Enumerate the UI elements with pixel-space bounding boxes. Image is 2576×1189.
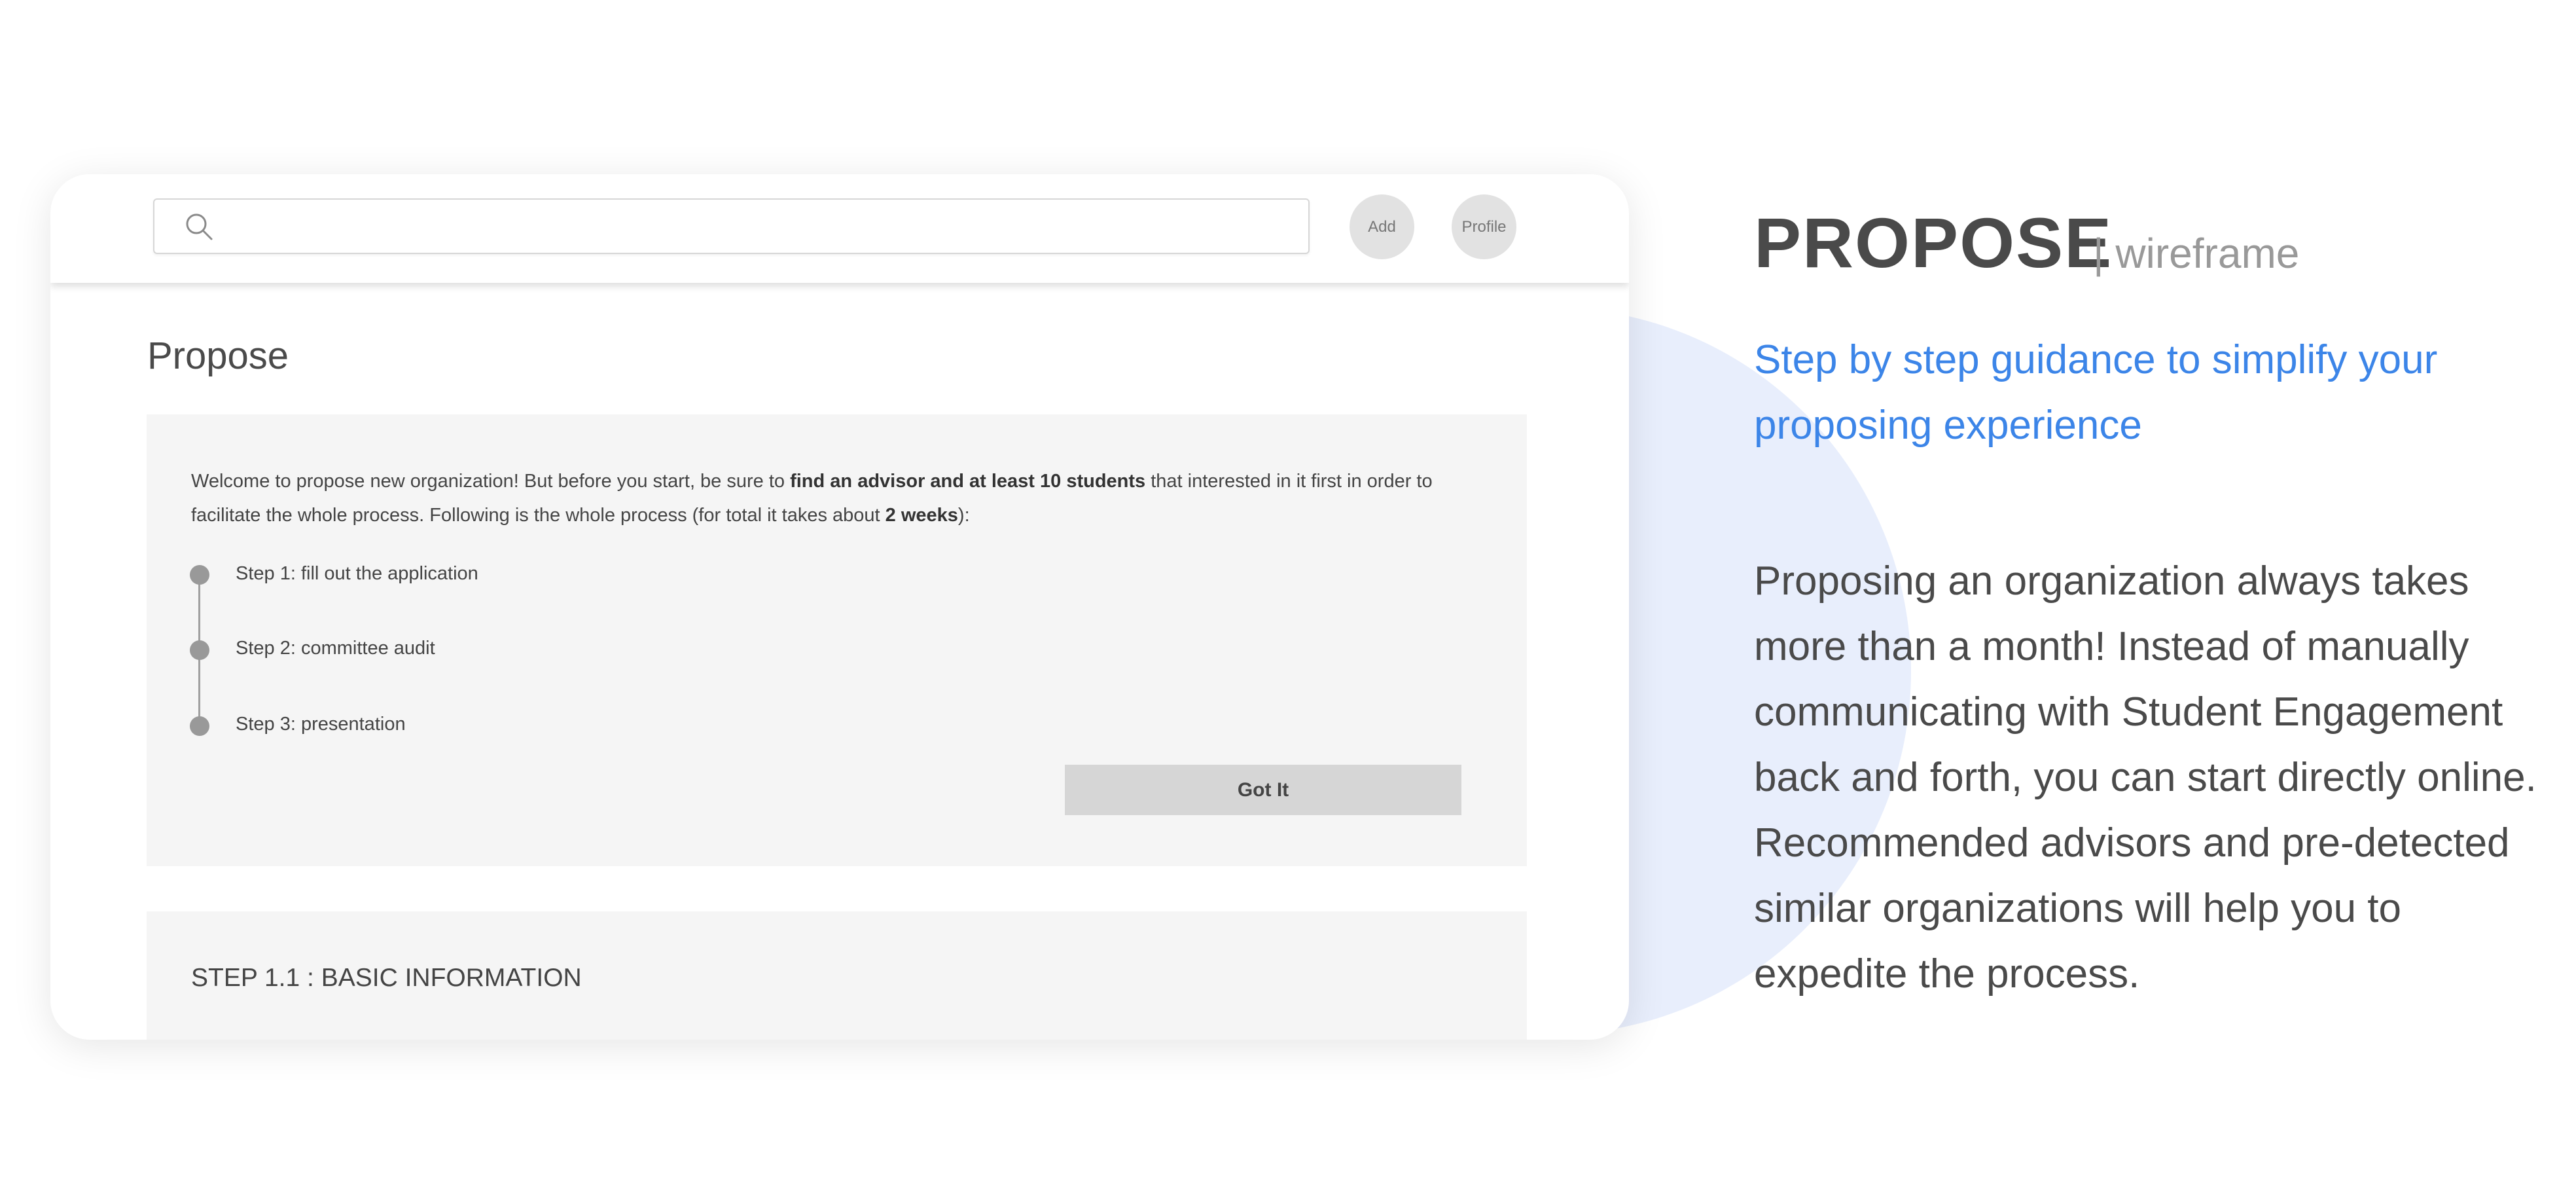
- step-label: Step 3: presentation: [236, 714, 406, 735]
- intro-text: Welcome to propose new organization! But…: [191, 464, 1487, 532]
- search-input[interactable]: [153, 198, 1310, 254]
- basic-info-section: STEP 1.1 : BASIC INFORMATION: [147, 911, 1527, 1040]
- feature-title: PROPOSE: [1754, 203, 2113, 282]
- top-bar: Add Profile: [50, 174, 1629, 283]
- intro-duration: 2 weeks: [885, 505, 958, 526]
- search-icon: [186, 213, 213, 240]
- intro-panel: Welcome to propose new organization! But…: [147, 414, 1527, 866]
- got-it-button[interactable]: Got It: [1065, 765, 1461, 815]
- feature-subtitle: | wireframe: [2093, 230, 2300, 277]
- timeline-dot: [190, 640, 209, 660]
- app-window: Add Profile Propose Welcome to propose n…: [50, 174, 1629, 1040]
- intro-text-part: ):: [957, 505, 970, 526]
- profile-button[interactable]: Profile: [1452, 194, 1516, 259]
- feature-tagline: Step by step guidance to simplify your p…: [1754, 337, 2438, 448]
- add-button[interactable]: Add: [1350, 194, 1414, 259]
- intro-text-part: Welcome to propose new organization! But…: [191, 471, 791, 492]
- intro-highlight: find an advisor and at least 10 students: [790, 471, 1146, 492]
- timeline-dot: [190, 565, 209, 585]
- page-title: Propose: [147, 335, 289, 377]
- timeline-dot: [190, 716, 209, 736]
- step-label: Step 1: fill out the application: [236, 563, 478, 584]
- step-label: Step 2: committee audit: [236, 638, 435, 659]
- feature-description: Proposing an organization always takes m…: [1754, 558, 2537, 997]
- section-heading: STEP 1.1 : BASIC INFORMATION: [191, 964, 582, 992]
